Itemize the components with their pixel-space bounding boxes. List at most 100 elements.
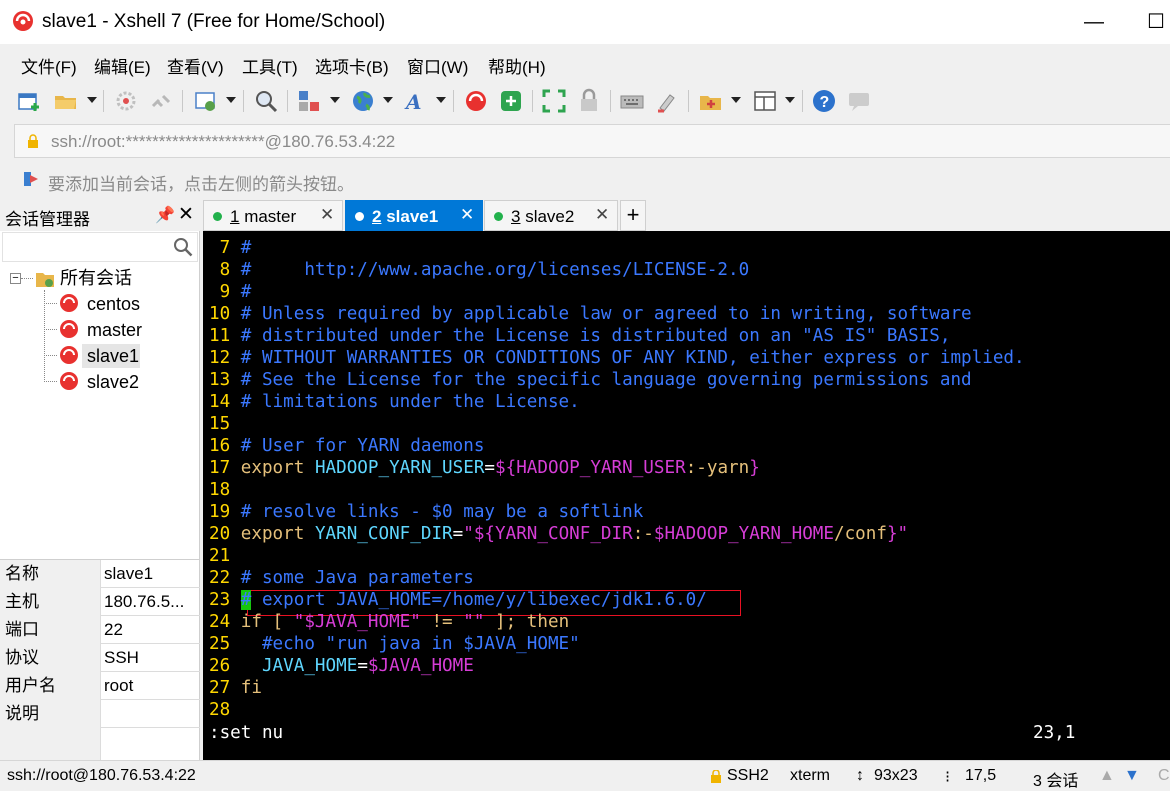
terminal-line: 26 JAVA_HOME=$JAVA_HOME <box>209 655 474 677</box>
address-bar[interactable]: ssh://root:*********************@180.76.… <box>14 124 1170 158</box>
tree-item-centos[interactable]: centos <box>87 292 140 316</box>
status-protocol: SSH2 <box>727 767 769 784</box>
new-folder-dropdown-icon[interactable] <box>731 97 741 103</box>
property-value: root <box>104 676 134 695</box>
property-key: 端口 <box>0 616 101 644</box>
globe-icon[interactable] <box>350 88 376 114</box>
code-token: } <box>749 458 760 478</box>
open-dropdown-icon[interactable] <box>87 97 97 103</box>
session-icon <box>60 372 78 390</box>
code-token: # WITHOUT WARRANTIES OR CONDITIONS OF AN… <box>240 348 1025 368</box>
property-key: 协议 <box>0 644 101 672</box>
tree-item-slave1[interactable]: slave1 <box>87 344 139 368</box>
properties-table: 名称 slave1 主机 180.76.5... 端口 22 协议 SSH 用户名 roo… <box>0 559 200 760</box>
find-icon[interactable] <box>253 88 279 114</box>
highlight-icon[interactable] <box>654 88 680 114</box>
tree-line <box>44 303 57 304</box>
new-folder-icon[interactable] <box>698 88 724 114</box>
tab-slave1[interactable]: 2 slave1 ✕ <box>345 200 483 231</box>
tree-root-all-sessions[interactable]: 所有会话 <box>60 266 132 290</box>
minimize-button[interactable]: — <box>1074 6 1114 38</box>
transfer-dropdown-icon[interactable] <box>330 97 340 103</box>
terminal-line: 17 export HADOOP_YARN_USER=${HADOOP_YARN… <box>209 457 760 479</box>
arrow-down-icon[interactable]: ▼ <box>1124 767 1140 785</box>
session-search-input[interactable] <box>2 232 198 262</box>
chat-icon[interactable] <box>846 88 872 114</box>
menu-help[interactable]: 帮助(H) <box>488 53 546 78</box>
tree-item-slave2[interactable]: slave2 <box>87 370 139 394</box>
session-icon <box>60 346 78 364</box>
line-number: 22 <box>209 568 231 588</box>
add-tab-button[interactable]: + <box>620 200 646 231</box>
code-token: :-yarn <box>685 458 750 478</box>
menu-file[interactable]: 文件(F) <box>21 53 77 78</box>
tab-close-icon[interactable]: ✕ <box>320 205 334 225</box>
line-number: 21 <box>209 546 231 566</box>
menu-tabs[interactable]: 选项卡(B) <box>315 53 389 78</box>
tab-slave2[interactable]: 3 slave2 ✕ <box>484 200 618 231</box>
open-folder-icon[interactable] <box>53 88 79 114</box>
code-token: if [ <box>240 612 294 632</box>
line-number: 14 <box>209 392 231 412</box>
layout-icon[interactable] <box>752 88 778 114</box>
font-icon[interactable]: A <box>403 88 429 114</box>
tab-close-icon[interactable]: ✕ <box>595 205 609 225</box>
menu-window[interactable]: 窗口(W) <box>407 53 468 78</box>
menu-tools[interactable]: 工具(T) <box>242 53 298 78</box>
globe-dropdown-icon[interactable] <box>383 97 393 103</box>
new-session-icon[interactable] <box>16 88 42 114</box>
session-icon <box>60 294 78 312</box>
line-number: 15 <box>209 414 231 434</box>
search-icon[interactable] <box>173 237 193 257</box>
menu-edit[interactable]: 编辑(E) <box>94 53 151 78</box>
code-token: = <box>484 458 496 478</box>
terminal-cursor: # <box>240 590 252 610</box>
toolbar-separator <box>610 90 611 112</box>
arrow-up-icon[interactable]: ▲ <box>1099 767 1115 785</box>
terminal-line: 22 # some Java parameters <box>209 567 474 589</box>
add-session-arrow-icon[interactable] <box>22 170 40 188</box>
toolbar-separator <box>802 90 803 112</box>
help-icon[interactable]: ? <box>811 88 837 114</box>
connected-status-icon <box>494 212 503 221</box>
svg-text:A: A <box>404 90 422 114</box>
hint-bar: 要添加当前会话，点击左侧的箭头按钮。 <box>0 163 1170 197</box>
lock-icon <box>711 770 721 783</box>
fullscreen-icon[interactable] <box>541 88 567 114</box>
toolbar: A ? <box>0 82 1170 120</box>
properties-icon[interactable] <box>193 88 219 114</box>
lock-icon[interactable] <box>576 88 602 114</box>
address-input[interactable]: ssh://root:*********************@180.76.… <box>51 132 395 152</box>
code-token: # limitations under the License. <box>240 392 580 412</box>
tab-master[interactable]: 1 master ✕ <box>203 200 343 231</box>
menu-view[interactable]: 查看(V) <box>167 53 224 78</box>
code-token: = <box>357 656 368 676</box>
collapse-icon[interactable]: − <box>10 273 21 284</box>
tab-close-icon[interactable]: ✕ <box>460 205 474 225</box>
keyboard-icon[interactable] <box>619 88 645 114</box>
pin-icon[interactable]: 📌 <box>155 205 175 225</box>
xshell-icon[interactable] <box>463 88 489 114</box>
xftp-icon[interactable] <box>498 88 524 114</box>
title-bar: slave1 - Xshell 7 (Free for Home/School)… <box>0 0 1170 44</box>
line-number: 28 <box>209 700 231 720</box>
maximize-button[interactable]: ☐ <box>1136 6 1170 38</box>
property-key: 名称 <box>0 560 101 588</box>
toolbar-separator <box>532 90 533 112</box>
connect-icon[interactable] <box>113 88 139 114</box>
line-number: 9 <box>209 282 231 302</box>
tree-item-master[interactable]: master <box>87 318 142 342</box>
disconnect-icon[interactable] <box>148 88 174 114</box>
tree-line <box>44 355 57 356</box>
line-number: 19 <box>209 502 231 522</box>
layout-dropdown-icon[interactable] <box>785 97 795 103</box>
terminal[interactable]: :set nu 23,1 7 # 8 # http://www.apache.o… <box>203 231 1170 760</box>
transfer-icon[interactable] <box>296 88 322 114</box>
properties-dropdown-icon[interactable] <box>226 97 236 103</box>
code-token: :- <box>632 524 654 544</box>
toolbar-separator <box>287 90 288 112</box>
line-number: 13 <box>209 370 231 390</box>
font-dropdown-icon[interactable] <box>436 97 446 103</box>
close-panel-icon[interactable]: ✕ <box>178 203 194 226</box>
tab-label: 3 slave2 <box>511 207 575 226</box>
